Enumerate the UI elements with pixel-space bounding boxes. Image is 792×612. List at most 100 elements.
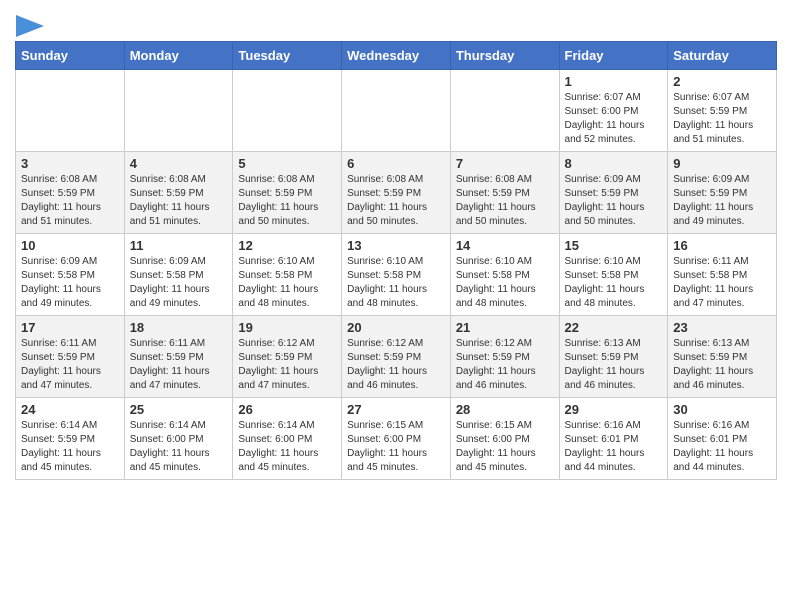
- page: SundayMondayTuesdayWednesdayThursdayFrid…: [0, 0, 792, 495]
- calendar-week-4: 17 Sunrise: 6:11 AMSunset: 5:59 PMDayligh…: [16, 316, 777, 398]
- day-number: 9: [673, 156, 771, 171]
- calendar-cell: 6Sunrise: 6:08 AMSunset: 5:59 PMDaylight…: [342, 152, 451, 234]
- day-number: 25: [130, 402, 228, 417]
- calendar-cell: 20 Sunrise: 6:12 AMSunset: 5:59 PMDayligh…: [342, 316, 451, 398]
- calendar-cell: 16 Sunrise: 6:11 AMSunset: 5:58 PMDayligh…: [668, 234, 777, 316]
- day-info: Sunrise: 6:16 AMSunset: 6:01 PMDaylight:…: [673, 420, 753, 473]
- day-info: Sunrise: 6:07 AMSunset: 5:59 PMDaylight:…: [673, 92, 753, 145]
- day-number: 8: [565, 156, 663, 171]
- calendar-cell: 1 Sunrise: 6:07 AMSunset: 6:00 PMDaylight…: [559, 70, 668, 152]
- day-info: Sunrise: 6:11 AMSunset: 5:58 PMDaylight:…: [673, 256, 753, 309]
- calendar-week-2: 3 Sunrise: 6:08 AMSunset: 5:59 PMDaylight…: [16, 152, 777, 234]
- day-number: 1: [565, 74, 663, 89]
- day-number: 2: [673, 74, 771, 89]
- day-info: Sunrise: 6:09 AMSunset: 5:59 PMDaylight:…: [673, 174, 753, 227]
- day-info: Sunrise: 6:15 AMSunset: 6:00 PMDaylight:…: [347, 420, 427, 473]
- day-number: 12: [238, 238, 336, 253]
- day-info: Sunrise: 6:12 AMSunset: 5:59 PMDaylight:…: [347, 338, 427, 391]
- day-info: Sunrise: 6:12 AMSunset: 5:59 PMDaylight:…: [238, 338, 318, 391]
- logo: [15, 10, 46, 33]
- day-info: Sunrise: 6:14 AMSunset: 5:59 PMDaylight:…: [21, 420, 101, 473]
- day-info: Sunrise: 6:10 AMSunset: 5:58 PMDaylight:…: [565, 256, 645, 309]
- day-number: 18: [130, 320, 228, 335]
- calendar-cell: [16, 70, 125, 152]
- calendar-cell: 23 Sunrise: 6:13 AMSunset: 5:59 PMDayligh…: [668, 316, 777, 398]
- day-info: Sunrise: 6:09 AMSunset: 5:58 PMDaylight:…: [21, 256, 101, 309]
- day-number: 14: [456, 238, 554, 253]
- calendar-cell: 4 Sunrise: 6:08 AMSunset: 5:59 PMDaylight…: [124, 152, 233, 234]
- header: [15, 10, 777, 33]
- weekday-header-wednesday: Wednesday: [342, 42, 451, 70]
- calendar-cell: 18 Sunrise: 6:11 AMSunset: 5:59 PMDayligh…: [124, 316, 233, 398]
- day-info: Sunrise: 6:11 AMSunset: 5:59 PMDaylight:…: [21, 338, 101, 391]
- day-info: Sunrise: 6:08 AMSunset: 5:59 PMDaylight:…: [347, 174, 427, 227]
- day-info: Sunrise: 6:08 AMSunset: 5:59 PMDaylight:…: [456, 174, 536, 227]
- day-info: Sunrise: 6:08 AMSunset: 5:59 PMDaylight:…: [238, 174, 318, 227]
- calendar-cell: 10 Sunrise: 6:09 AMSunset: 5:58 PMDayligh…: [16, 234, 125, 316]
- calendar-cell: [342, 70, 451, 152]
- day-info: Sunrise: 6:08 AMSunset: 5:59 PMDaylight:…: [21, 174, 101, 227]
- calendar-cell: 22 Sunrise: 6:13 AMSunset: 5:59 PMDayligh…: [559, 316, 668, 398]
- weekday-header-sunday: Sunday: [16, 42, 125, 70]
- calendar-cell: 2 Sunrise: 6:07 AMSunset: 5:59 PMDaylight…: [668, 70, 777, 152]
- day-number: 10: [21, 238, 119, 253]
- day-number: 28: [456, 402, 554, 417]
- day-number: 4: [130, 156, 228, 171]
- calendar-cell: 25 Sunrise: 6:14 AMSunset: 6:00 PMDayligh…: [124, 398, 233, 480]
- calendar-body: 1 Sunrise: 6:07 AMSunset: 6:00 PMDaylight…: [16, 70, 777, 480]
- calendar-cell: [450, 70, 559, 152]
- day-info: Sunrise: 6:12 AMSunset: 5:59 PMDaylight:…: [456, 338, 536, 391]
- calendar-cell: 27 Sunrise: 6:15 AMSunset: 6:00 PMDayligh…: [342, 398, 451, 480]
- day-number: 13: [347, 238, 445, 253]
- day-info: Sunrise: 6:10 AMSunset: 5:58 PMDaylight:…: [456, 256, 536, 309]
- calendar-cell: [124, 70, 233, 152]
- calendar-week-5: 24 Sunrise: 6:14 AMSunset: 5:59 PMDayligh…: [16, 398, 777, 480]
- day-number: 15: [565, 238, 663, 253]
- calendar-cell: 7 Sunrise: 6:08 AMSunset: 5:59 PMDaylight…: [450, 152, 559, 234]
- day-number: 30: [673, 402, 771, 417]
- day-info: Sunrise: 6:14 AMSunset: 6:00 PMDaylight:…: [130, 420, 210, 473]
- calendar-week-3: 10 Sunrise: 6:09 AMSunset: 5:58 PMDayligh…: [16, 234, 777, 316]
- day-info: Sunrise: 6:08 AMSunset: 5:59 PMDaylight:…: [130, 174, 210, 227]
- day-info: Sunrise: 6:15 AMSunset: 6:00 PMDaylight:…: [456, 420, 536, 473]
- day-number: 17: [21, 320, 119, 335]
- calendar-cell: 12Sunrise: 6:10 AMSunset: 5:58 PMDayligh…: [233, 234, 342, 316]
- day-number: 11: [130, 238, 228, 253]
- day-info: Sunrise: 6:13 AMSunset: 5:59 PMDaylight:…: [565, 338, 645, 391]
- day-info: Sunrise: 6:16 AMSunset: 6:01 PMDaylight:…: [565, 420, 645, 473]
- calendar-cell: 3 Sunrise: 6:08 AMSunset: 5:59 PMDaylight…: [16, 152, 125, 234]
- day-info: Sunrise: 6:13 AMSunset: 5:59 PMDaylight:…: [673, 338, 753, 391]
- calendar-cell: 8Sunrise: 6:09 AMSunset: 5:59 PMDaylight…: [559, 152, 668, 234]
- calendar-cell: 29Sunrise: 6:16 AMSunset: 6:01 PMDayligh…: [559, 398, 668, 480]
- calendar-cell: [233, 70, 342, 152]
- day-info: Sunrise: 6:09 AMSunset: 5:58 PMDaylight:…: [130, 256, 210, 309]
- day-number: 21: [456, 320, 554, 335]
- day-info: Sunrise: 6:07 AMSunset: 6:00 PMDaylight:…: [565, 92, 645, 145]
- day-number: 20: [347, 320, 445, 335]
- calendar-cell: 9 Sunrise: 6:09 AMSunset: 5:59 PMDaylight…: [668, 152, 777, 234]
- day-number: 23: [673, 320, 771, 335]
- day-info: Sunrise: 6:11 AMSunset: 5:59 PMDaylight:…: [130, 338, 210, 391]
- day-number: 16: [673, 238, 771, 253]
- calendar-cell: 5 Sunrise: 6:08 AMSunset: 5:59 PMDaylight…: [233, 152, 342, 234]
- calendar-cell: 19 Sunrise: 6:12 AMSunset: 5:59 PMDayligh…: [233, 316, 342, 398]
- day-number: 24: [21, 402, 119, 417]
- weekday-header-saturday: Saturday: [668, 42, 777, 70]
- weekday-header-friday: Friday: [559, 42, 668, 70]
- calendar-cell: 15 Sunrise: 6:10 AMSunset: 5:58 PMDayligh…: [559, 234, 668, 316]
- weekday-header-monday: Monday: [124, 42, 233, 70]
- day-number: 26: [238, 402, 336, 417]
- day-number: 3: [21, 156, 119, 171]
- calendar: SundayMondayTuesdayWednesdayThursdayFrid…: [15, 41, 777, 480]
- day-number: 22: [565, 320, 663, 335]
- calendar-week-1: 1 Sunrise: 6:07 AMSunset: 6:00 PMDaylight…: [16, 70, 777, 152]
- day-number: 7: [456, 156, 554, 171]
- day-number: 27: [347, 402, 445, 417]
- day-info: Sunrise: 6:14 AMSunset: 6:00 PMDaylight:…: [238, 420, 318, 473]
- calendar-cell: 17 Sunrise: 6:11 AMSunset: 5:59 PMDayligh…: [16, 316, 125, 398]
- day-number: 5: [238, 156, 336, 171]
- weekday-header-thursday: Thursday: [450, 42, 559, 70]
- calendar-cell: 21 Sunrise: 6:12 AMSunset: 5:59 PMDayligh…: [450, 316, 559, 398]
- day-number: 19: [238, 320, 336, 335]
- calendar-cell: 30 Sunrise: 6:16 AMSunset: 6:01 PMDayligh…: [668, 398, 777, 480]
